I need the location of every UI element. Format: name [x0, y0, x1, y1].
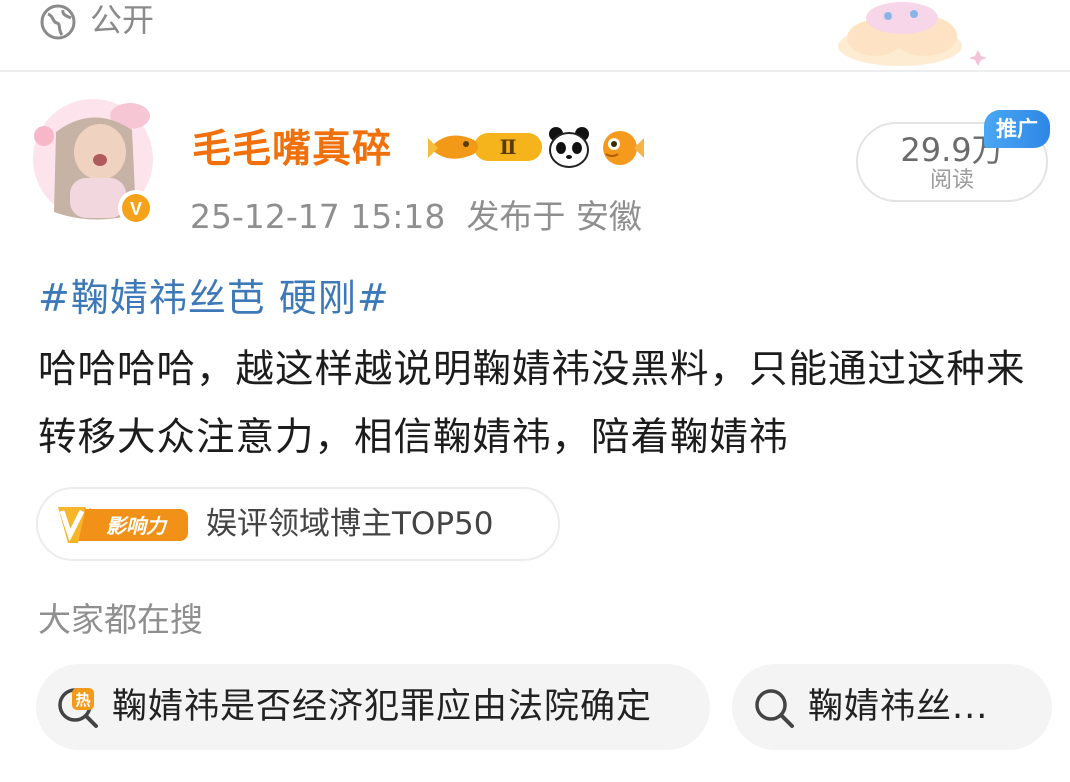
trending-chip[interactable]: 鞠婧祎丝... [732, 664, 1052, 750]
hot-search-icon: 热 [58, 688, 98, 728]
read-label: 阅读 [929, 168, 974, 193]
influence-badge[interactable]: V 影响力 娱评领域博主TOP50 [36, 487, 560, 561]
promo-tag[interactable]: 推广 [984, 110, 1050, 148]
author-name[interactable]: 毛毛嘴真碎 [192, 126, 392, 174]
fish-level-badge: Ⅱ [428, 133, 542, 161]
verified-badge: V [130, 199, 142, 219]
divider [0, 70, 1070, 72]
post-meta: 25-12-17 15:18 发布于 安徽 [190, 196, 642, 238]
hashtag-link[interactable]: #鞠婧祎丝芭 硬刚# [38, 274, 390, 322]
trending-title: 大家都在搜 [38, 600, 203, 639]
influence-text: 娱评领域博主TOP50 [206, 506, 494, 542]
svg-text:V: V [84, 507, 91, 518]
panda-icon [549, 127, 589, 168]
visibility-bar: 公开 [0, 0, 1070, 70]
trending-chip[interactable]: 热 鞠婧祎是否经济犯罪应由法院确定 [36, 664, 710, 750]
post-content: 哈哈哈哈，越这样越说明鞠婧祎没黑料，只能通过这种来转移大众注意力，相信鞠婧祎，陪… [38, 347, 1026, 460]
author-badges: Ⅱ [428, 127, 644, 168]
svg-text:热: 热 [75, 691, 90, 709]
post-location: 发布于 安徽 [466, 197, 642, 236]
avatar[interactable]: V [28, 94, 158, 226]
search-icon [755, 689, 794, 728]
influence-pill-icon: V 影响力 [58, 507, 188, 543]
cloud-decoration [838, 2, 987, 66]
visibility-label: 公开 [90, 1, 155, 39]
trending-chip-label: 鞠婧祎丝... [808, 687, 989, 727]
trending-chip-label: 鞠婧祎是否经济犯罪应由法院确定 [112, 687, 653, 727]
svg-text:Ⅱ: Ⅱ [500, 135, 517, 159]
pufferfish-icon [603, 131, 644, 165]
post-time: 25-12-17 15:18 [190, 197, 446, 236]
influence-pill-label: 影响力 [106, 514, 168, 538]
globe-icon [40, 4, 76, 40]
